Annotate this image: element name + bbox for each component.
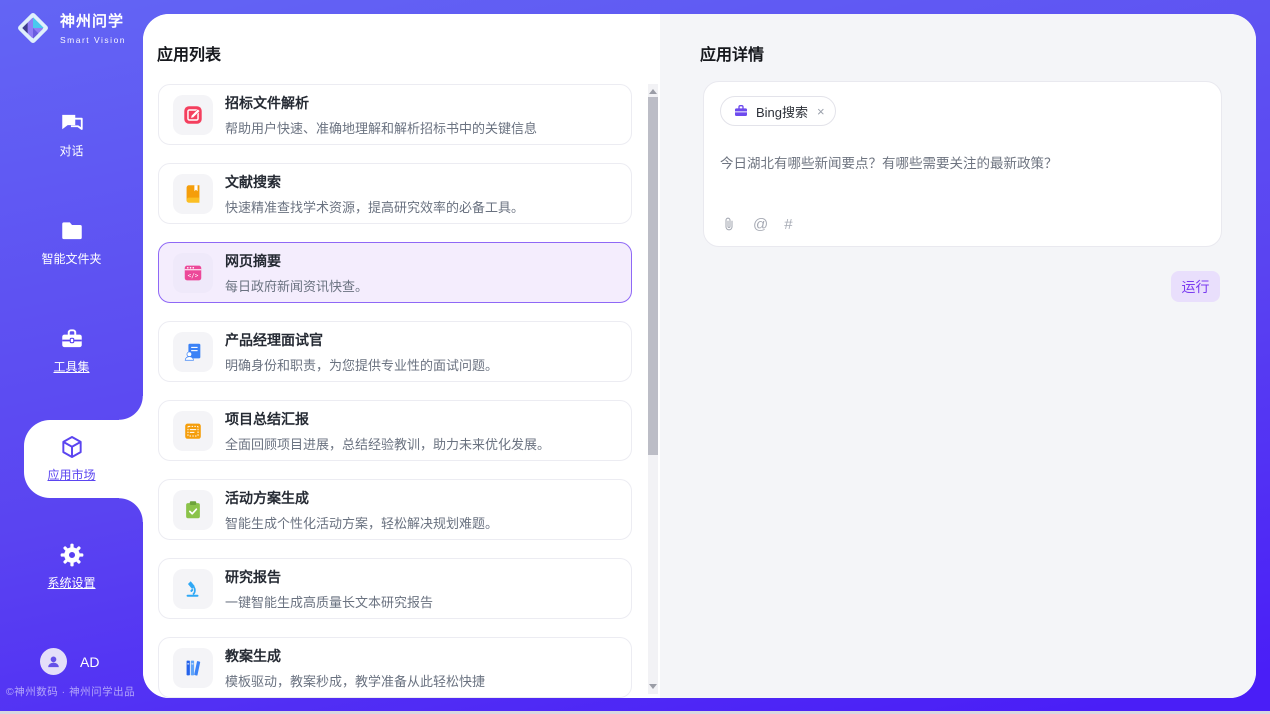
app-card-desc: 明确身份和职责，为您提供专业性的面试问题。 (225, 355, 498, 374)
sidebar-item-chat[interactable]: 对话 (0, 96, 143, 176)
app-card-title: 文献搜索 (225, 172, 524, 192)
hash-icon[interactable]: # (784, 216, 792, 233)
app-card-literature-search[interactable]: 文献搜索 快速精准查找学术资源，提高研究效率的必备工具。 (158, 163, 632, 224)
app-card-desc: 全面回顾项目进展，总结经验教训，助力未来优化发展。 (225, 434, 550, 453)
app-card-project-summary[interactable]: 项目总结汇报 全面回顾项目进展，总结经验教训，助力未来优化发展。 (158, 400, 632, 461)
app-card-title: 项目总结汇报 (225, 409, 550, 429)
app-tagline: Smart Vision (60, 35, 126, 45)
app-card-title: 研究报告 (225, 567, 433, 587)
app-detail-title: 应用详情 (700, 41, 764, 65)
cube-icon (59, 434, 85, 460)
app-card-title: 招标文件解析 (225, 93, 537, 113)
app-card-desc: 帮助用户快速、准确地理解和解析招标书中的关键信息 (225, 118, 537, 137)
app-card-desc: 模板驱动，教案秒成，教学准备从此轻松快捷 (225, 671, 485, 690)
sidebar-item-label: 工具集 (0, 358, 143, 375)
app-card-event-plan[interactable]: 活动方案生成 智能生成个性化活动方案，轻松解决规划难题。 (158, 479, 632, 540)
app-card-desc: 快速精准查找学术资源，提高研究效率的必备工具。 (225, 197, 524, 216)
app-card-desc: 一键智能生成高质量长文本研究报告 (225, 592, 433, 611)
sidebar: 神州问学 Smart Vision 对话 智能文件夹 (0, 0, 143, 711)
sidebar-item-smart-folder[interactable]: 智能文件夹 (0, 204, 143, 284)
toolbox-icon (59, 326, 85, 352)
pen-square-icon (173, 95, 213, 135)
app-card-title: 活动方案生成 (225, 488, 498, 508)
note-icon (173, 411, 213, 451)
input-toolbar: @ # (721, 216, 793, 233)
paperclip-icon[interactable] (721, 216, 737, 233)
prompt-input[interactable]: Bing搜索 × 今日湖北有哪些新闻要点？有哪些需要关注的最新政策？ @ # (703, 81, 1222, 247)
user-avatar-icon (40, 648, 67, 675)
app-card-web-summary[interactable]: </> 网页摘要 每日政府新闻资讯快查。 (158, 242, 632, 303)
app-card-title: 产品经理面试官 (225, 330, 498, 350)
chat-icon (59, 110, 85, 136)
run-button[interactable]: 运行 (1171, 271, 1220, 302)
books-icon (173, 648, 213, 688)
gear-icon (59, 542, 85, 568)
app-card-desc: 每日政府新闻资讯快查。 (225, 276, 368, 295)
app-card-title: 教案生成 (225, 646, 485, 666)
app-list-panel: 应用列表 招标文件解析 帮助用户快速、准确地理解和解析招标书中的关键信息 (143, 14, 660, 698)
app-card-desc: 智能生成个性化活动方案，轻松解决规划难题。 (225, 513, 498, 532)
clipboard-check-icon (173, 490, 213, 530)
app-card-list: 招标文件解析 帮助用户快速、准确地理解和解析招标书中的关键信息 文献搜索 快速精… (158, 84, 632, 698)
app-card-pm-interviewer[interactable]: 产品经理面试官 明确身份和职责，为您提供专业性的面试问题。 (158, 321, 632, 382)
microscope-icon (173, 569, 213, 609)
tool-chip-bing-search[interactable]: Bing搜索 × (720, 96, 836, 126)
sidebar-item-label: 智能文件夹 (0, 250, 143, 267)
book-icon (173, 174, 213, 214)
svg-text:</>: </> (188, 272, 199, 279)
sidebar-item-toolset[interactable]: 工具集 (0, 312, 143, 392)
app-card-title: 网页摘要 (225, 251, 368, 271)
scroll-down-icon[interactable] (649, 684, 657, 689)
sidebar-item-label: 应用市场 (0, 466, 143, 483)
logo-diamond-icon (14, 9, 52, 52)
user-account[interactable]: AD (40, 648, 99, 675)
chip-close-icon[interactable]: × (817, 104, 825, 119)
main-content: 应用列表 招标文件解析 帮助用户快速、准确地理解和解析招标书中的关键信息 (143, 14, 1256, 698)
briefcase-icon (733, 103, 749, 119)
copyright-footer: ©神州数码 · 神州问学出品 (6, 684, 135, 699)
folder-icon (59, 218, 85, 244)
app-card-lesson-plan[interactable]: 教案生成 模板驱动，教案秒成，教学准备从此轻松快捷 (158, 637, 632, 698)
app-name: 神州问学 (60, 13, 126, 30)
app-card-bid-parsing[interactable]: 招标文件解析 帮助用户快速、准确地理解和解析招标书中的关键信息 (158, 84, 632, 145)
user-name: AD (80, 654, 99, 670)
tool-chip-label: Bing搜索 (756, 102, 808, 121)
app-card-research-report[interactable]: 研究报告 一键智能生成高质量长文本研究报告 (158, 558, 632, 619)
sidebar-item-label: 对话 (0, 142, 143, 159)
browser-code-icon: </> (173, 253, 213, 293)
sidebar-item-settings[interactable]: 系统设置 (0, 528, 143, 608)
sidebar-item-label: 系统设置 (0, 574, 143, 591)
at-icon[interactable]: @ (753, 216, 768, 233)
app-detail-panel: 应用详情 Bing搜索 × 今日湖北有哪些新闻要点？有哪些需要关注的最新政策？ (660, 14, 1256, 698)
scrollbar-thumb[interactable] (648, 97, 658, 455)
app-list-title: 应用列表 (157, 41, 221, 65)
sidebar-item-app-market[interactable]: 应用市场 (0, 420, 143, 500)
list-scrollbar[interactable] (648, 84, 658, 694)
app-logo[interactable]: 神州问学 Smart Vision (14, 9, 126, 52)
interviewer-icon (173, 332, 213, 372)
query-text[interactable]: 今日湖北有哪些新闻要点？有哪些需要关注的最新政策？ (720, 152, 1205, 172)
scroll-up-icon[interactable] (649, 89, 657, 94)
